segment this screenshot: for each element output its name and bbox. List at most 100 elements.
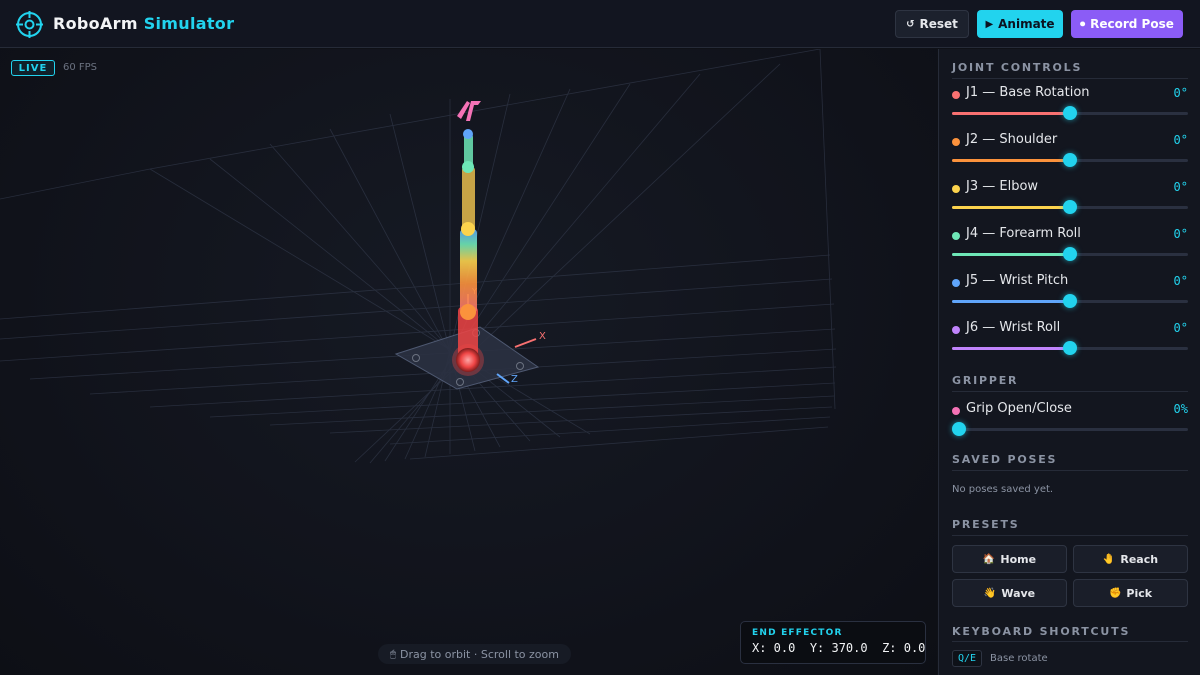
joint-value: 0° — [1173, 227, 1188, 241]
crosshair-logo-icon — [16, 11, 43, 38]
record-pose-label: Record Pose — [1090, 17, 1174, 31]
joint-slider[interactable] — [952, 106, 1188, 120]
joint-value: 0° — [1173, 180, 1188, 194]
joint-label: J6 — Wrist Roll — [966, 320, 1061, 335]
reset-icon: ↺ — [906, 18, 915, 30]
divider — [952, 470, 1188, 471]
joint-control-j5: J5 — Wrist Pitch 0° — [952, 273, 1188, 313]
app-title: RoboArm Simulator — [53, 14, 234, 33]
fist-icon: ✊ — [1108, 587, 1122, 599]
joint-color-dot — [952, 138, 960, 146]
preset-pick-label: Pick — [1126, 586, 1153, 600]
joint-slider-fill — [952, 206, 1070, 209]
preset-pick-button[interactable]: ✊ Pick — [1073, 579, 1188, 607]
shortcut-description: Base rotate — [990, 653, 1048, 664]
joint-slider-fill — [952, 159, 1070, 162]
reset-button[interactable]: ↺ Reset — [895, 10, 969, 38]
live-badge: LIVE — [11, 60, 55, 76]
orbit-hint: 🖱 Drag to orbit · Scroll to zoom — [378, 644, 571, 664]
robot-scene: X Z Y — [0, 49, 837, 464]
joint-wrist — [463, 129, 473, 139]
joint-slider[interactable] — [952, 294, 1188, 308]
joint-label: J5 — Wrist Pitch — [966, 273, 1069, 288]
x-axis-label: X — [539, 331, 546, 342]
joint-slider-fill — [952, 112, 1070, 115]
preset-home-label: Home — [1000, 552, 1037, 566]
joint-value: 0° — [1173, 86, 1188, 100]
joint-control-j6: J6 — Wrist Roll 0° — [952, 320, 1188, 360]
divider — [952, 535, 1188, 536]
control-panel: JOINT CONTROLS J1 — Base Rotation 0° J2 — … — [938, 49, 1200, 675]
z-axis-label: Z — [511, 374, 518, 385]
gripper-value: 0% — [1173, 402, 1188, 416]
joint-slider[interactable] — [952, 200, 1188, 214]
joint-slider[interactable] — [952, 341, 1188, 355]
joint-value: 0° — [1173, 321, 1188, 335]
fps-counter: 60 FPS — [63, 62, 98, 73]
divider — [952, 391, 1188, 392]
record-icon: ⏺ — [1080, 18, 1086, 30]
presets-title: PRESETS — [952, 518, 1020, 531]
ee-y: Y: 370.0 — [809, 641, 868, 655]
joint-slider[interactable] — [952, 153, 1188, 167]
joint-value: 0° — [1173, 274, 1188, 288]
ee-x: X: 0.0 — [752, 641, 796, 655]
mouse-icon: 🖱 — [390, 648, 396, 660]
x-axis-line — [514, 338, 537, 348]
joint-base — [456, 348, 480, 372]
end-effector-title: END EFFECTOR — [752, 628, 843, 638]
orbit-hint-text: Drag to orbit · Scroll to zoom — [400, 647, 559, 661]
saved-poses-title: SAVED POSES — [952, 453, 1058, 466]
app-header: RoboArm Simulator ↺ Reset ▶ Animate ⏺ Re… — [0, 0, 1200, 48]
app-title-accent: Simulator — [143, 14, 235, 33]
joint-label: J4 — Forearm Roll — [966, 226, 1081, 241]
end-effector-readout: END EFFECTOR X: 0.0 Y: 370.0 Z: 0.0 — [740, 621, 926, 664]
wave-icon: 👋 — [983, 587, 997, 599]
joint-slider-thumb[interactable] — [1063, 294, 1077, 308]
end-effector-values: X: 0.0 Y: 370.0 Z: 0.0 — [752, 641, 925, 655]
animate-label: Animate — [998, 17, 1055, 31]
joint-slider[interactable] — [952, 247, 1188, 261]
joint-elbow — [461, 222, 475, 236]
shortcuts-title: KEYBOARD SHORTCUTS — [952, 625, 1131, 638]
preset-home-button[interactable]: 🏠 Home — [952, 545, 1067, 573]
arm-segment-forearm — [462, 167, 475, 231]
joint-slider-thumb[interactable] — [1063, 341, 1077, 355]
joint-controls-title: JOINT CONTROLS — [952, 61, 1083, 74]
joint-control-j4: J4 — Forearm Roll 0° — [952, 226, 1188, 266]
joint-slider-fill — [952, 253, 1070, 256]
joint-value: 0° — [1173, 133, 1188, 147]
gripper-slider[interactable] — [952, 422, 1188, 436]
gripper-control: Grip Open/Close 0% — [952, 401, 1188, 441]
joint-label: J2 — Shoulder — [966, 132, 1058, 147]
gripper-title: GRIPPER — [952, 374, 1019, 387]
joint-color-dot — [952, 279, 960, 287]
gripper-color-dot — [952, 407, 960, 415]
ee-z: Z: 0.0 — [882, 641, 926, 655]
joint-slider-thumb[interactable] — [1063, 106, 1077, 120]
joint-forearm — [462, 161, 474, 173]
play-icon: ▶ — [985, 18, 994, 30]
gripper-label: Grip Open/Close — [966, 401, 1072, 416]
preset-wave-button[interactable]: 👋 Wave — [952, 579, 1067, 607]
app-title-main: RoboArm — [53, 14, 138, 33]
joint-slider-fill — [952, 347, 1070, 350]
preset-wave-label: Wave — [1001, 586, 1036, 600]
joint-slider-thumb[interactable] — [1063, 153, 1077, 167]
preset-reach-button[interactable]: 🤚 Reach — [1073, 545, 1188, 573]
reset-label: Reset — [919, 17, 958, 31]
gripper-slider-thumb[interactable] — [952, 422, 966, 436]
record-pose-button[interactable]: ⏺ Record Pose — [1071, 10, 1183, 38]
animate-button[interactable]: ▶ Animate — [977, 10, 1063, 38]
floor-grid — [0, 49, 837, 464]
3d-viewport[interactable]: X Z Y LIVE 60 FPS 🖱 Drag to orbit · Scro… — [0, 49, 937, 675]
joint-label: J3 — Elbow — [966, 179, 1039, 194]
joint-color-dot — [952, 232, 960, 240]
joint-color-dot — [952, 185, 960, 193]
saved-poses-empty: No poses saved yet. — [952, 484, 1054, 495]
joint-control-j1: J1 — Base Rotation 0° — [952, 85, 1188, 125]
joint-slider-thumb[interactable] — [1063, 200, 1077, 214]
divider — [952, 78, 1188, 79]
joint-slider-thumb[interactable] — [1063, 247, 1077, 261]
home-icon: 🏠 — [982, 553, 996, 565]
